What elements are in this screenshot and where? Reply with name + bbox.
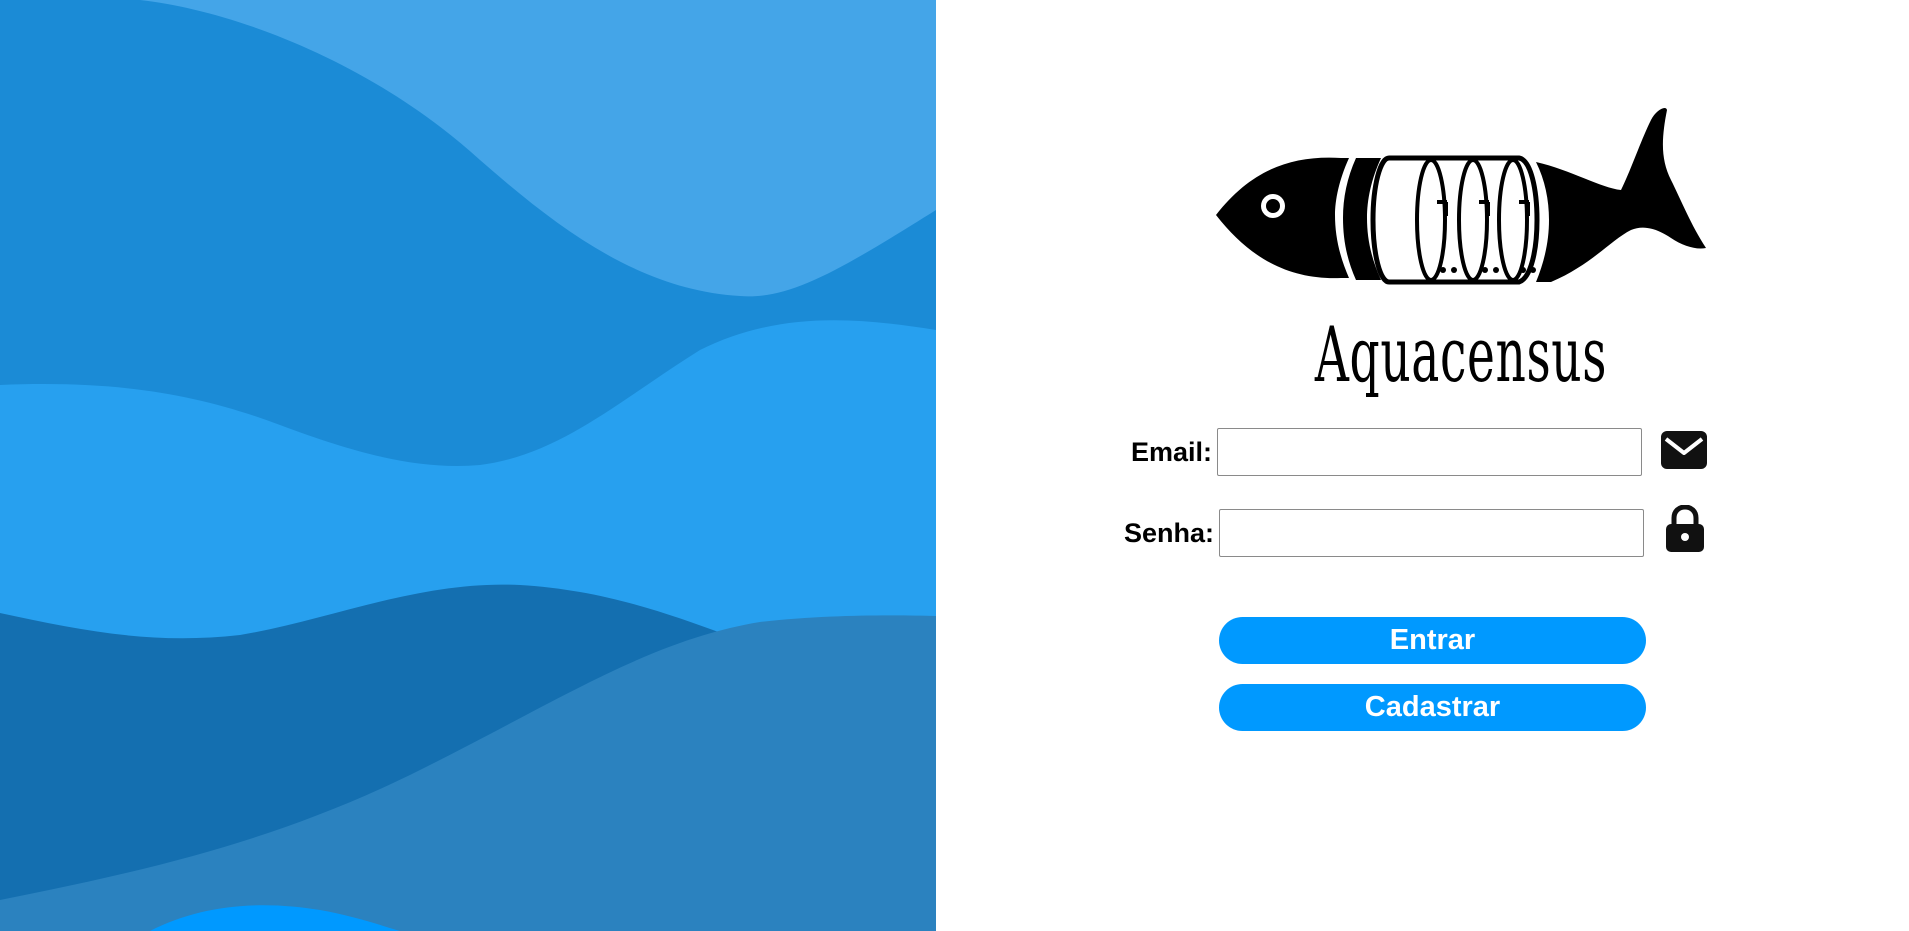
login-page: Aquacensus Email: Senha: Entrar Cadastra… <box>0 0 1909 931</box>
brand-name: Aquacensus <box>1314 310 1608 399</box>
login-button[interactable]: Entrar <box>1219 617 1646 664</box>
lock-icon <box>1666 505 1704 552</box>
email-label: Email: <box>1131 437 1213 467</box>
email-row: Email: <box>1131 428 1651 476</box>
password-label: Senha: <box>1124 518 1215 548</box>
envelope-icon <box>1661 431 1707 469</box>
password-field[interactable] <box>1219 509 1644 557</box>
password-row: Senha: <box>1124 509 1654 557</box>
wave-background <box>0 0 936 931</box>
register-button[interactable]: Cadastrar <box>1219 684 1646 731</box>
login-panel: Aquacensus Email: Senha: Entrar Cadastra… <box>936 0 1909 931</box>
email-field[interactable] <box>1217 428 1642 476</box>
